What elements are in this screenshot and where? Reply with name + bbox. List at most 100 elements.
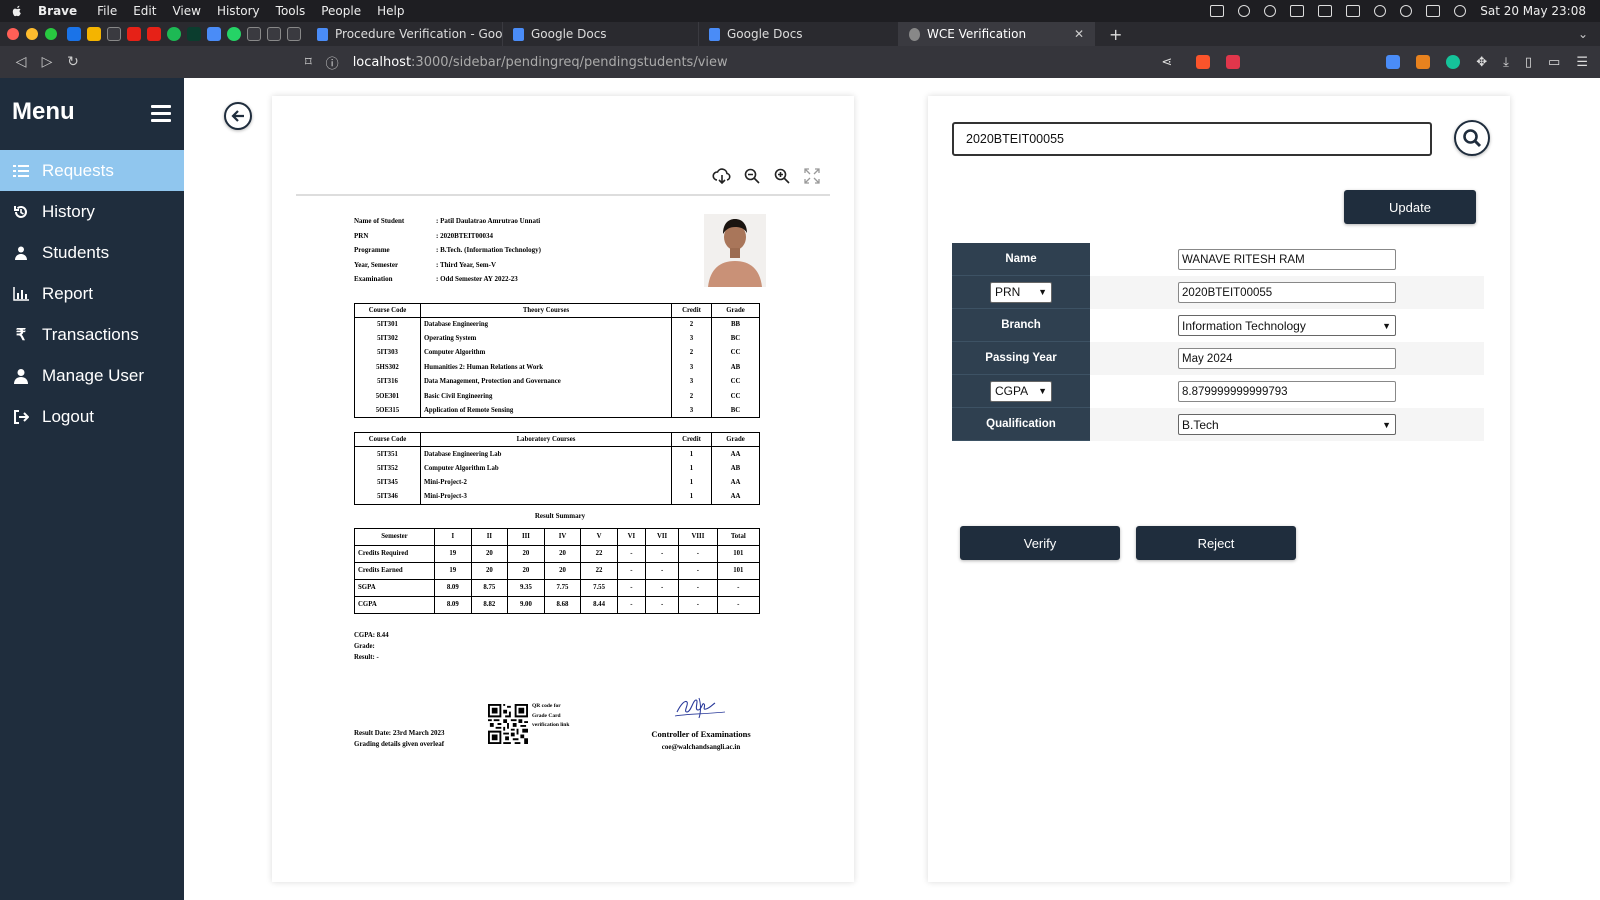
url-text[interactable]: localhost:3000/sidebar/pendingreq/pendin… (353, 55, 728, 70)
brave-rewards-icon[interactable] (1226, 55, 1241, 69)
sidebar-item-requests[interactable]: Requests (0, 150, 184, 191)
wallet-icon[interactable]: ▭ (1548, 55, 1560, 70)
browser-menu-icon[interactable]: ☰ (1576, 55, 1588, 70)
name-field[interactable]: WANAVE RITESH RAM (1178, 249, 1396, 270)
course-credit: 2 (671, 388, 712, 404)
summary-cell: - (678, 544, 718, 563)
branch-select[interactable]: Information Technology ▼ (1178, 315, 1396, 336)
bookmark-icon[interactable]: ⌑ (305, 55, 312, 70)
summary-cell: 20 (507, 561, 545, 580)
clock[interactable]: Sat 20 May 23:08 (1480, 4, 1586, 18)
minimize-window-icon[interactable] (26, 28, 38, 40)
menu-people[interactable]: People (321, 4, 361, 18)
download-icon[interactable]: ⤓ (1503, 55, 1509, 70)
battery-icon[interactable] (1346, 5, 1361, 17)
course-name: Computer Algorithm (420, 345, 672, 361)
verify-button[interactable]: Verify (960, 526, 1120, 560)
brave-shields-icon[interactable] (1196, 55, 1211, 69)
id-type-select[interactable]: PRN ▼ (990, 281, 1052, 303)
grammarly-icon[interactable] (1446, 55, 1461, 69)
download-cloud-icon[interactable] (712, 166, 732, 186)
qr-caption: QR code for Grade Card verification link (532, 703, 570, 728)
circle-icon[interactable] (1264, 5, 1277, 17)
youtube-icon[interactable] (127, 27, 141, 41)
drop-icon[interactable] (1238, 5, 1251, 17)
summary-cell: 8.09 (434, 578, 472, 597)
sidebar-item-report[interactable]: Report (0, 273, 184, 314)
phone-icon[interactable] (1318, 5, 1333, 17)
new-tab-icon[interactable]: + (1109, 25, 1122, 44)
tab-procedure-verification[interactable]: Procedure Verification - Google Do (307, 22, 503, 46)
sidebar-item-manage-user[interactable]: Manage User (0, 355, 184, 396)
control-center-icon[interactable] (1426, 5, 1441, 17)
maximize-window-icon[interactable] (45, 28, 57, 40)
close-tab-icon[interactable]: ✕ (1066, 27, 1084, 41)
zoom-out-icon[interactable] (742, 166, 762, 186)
menu-file[interactable]: File (97, 4, 117, 18)
cgpa-field[interactable]: 8.879999999999793 (1178, 381, 1396, 402)
spotlight-search-icon[interactable] (1454, 5, 1467, 17)
metamask-icon[interactable] (1416, 55, 1431, 69)
sidebar-item-students[interactable]: Students (0, 232, 184, 273)
tab-list-chevron-icon[interactable]: ⌄ (1578, 27, 1588, 41)
verification-panel: 2020BTEIT00055 Update Name WANAVE RITESH… (928, 96, 1510, 882)
forward-nav-icon[interactable]: ▷ (40, 54, 54, 70)
back-nav-icon[interactable]: ◁ (14, 54, 28, 70)
app-name[interactable]: Brave (38, 4, 77, 18)
pinned-tab-icon[interactable] (107, 27, 121, 41)
pinned-tab-icon[interactable] (287, 27, 301, 41)
score-type-select[interactable]: CGPA ▼ (990, 380, 1052, 402)
spotify-icon[interactable] (167, 27, 181, 41)
docs-icon[interactable] (207, 27, 221, 41)
menu-help[interactable]: Help (377, 4, 404, 18)
extensions-puzzle-icon[interactable]: ✥ (1476, 55, 1487, 70)
sidebar-item-logout[interactable]: Logout (0, 396, 184, 437)
share-icon[interactable]: ⋖ (1161, 55, 1172, 70)
tab-google-docs[interactable]: Google Docs (699, 22, 899, 46)
search-button[interactable] (1454, 120, 1490, 156)
pinned-tab-icon[interactable] (67, 27, 81, 41)
apple-icon[interactable] (10, 4, 24, 18)
update-button[interactable]: Update (1344, 190, 1476, 224)
extension-icon[interactable] (1386, 55, 1401, 69)
prn-search-input[interactable]: 2020BTEIT00055 (952, 122, 1432, 156)
course-credit: 3 (671, 360, 712, 375)
display-icon[interactable] (1210, 5, 1225, 17)
zoom-in-icon[interactable] (772, 166, 792, 186)
prn-field[interactable]: 2020BTEIT00055 (1178, 282, 1396, 303)
site-info-icon[interactable]: ⓘ (326, 53, 339, 72)
reject-button[interactable]: Reject (1136, 526, 1296, 560)
back-button[interactable] (224, 102, 252, 130)
sidebar-item-history[interactable]: History (0, 191, 184, 232)
qualification-select[interactable]: B.Tech ▼ (1178, 414, 1396, 435)
field-label: Qualification (952, 408, 1090, 441)
menu-history[interactable]: History (217, 4, 260, 18)
close-window-icon[interactable] (7, 28, 19, 40)
field-row-cgpa: CGPA ▼ 8.879999999999793 (952, 375, 1484, 408)
pinned-tab-icon[interactable] (247, 27, 261, 41)
menu-edit[interactable]: Edit (133, 4, 156, 18)
sidebar-toggle-icon[interactable]: ▯ (1525, 55, 1532, 70)
menu-tools[interactable]: Tools (276, 4, 306, 18)
wifi-icon[interactable] (1374, 5, 1387, 17)
clipboard-icon[interactable] (1290, 5, 1305, 17)
menu-view[interactable]: View (172, 4, 200, 18)
youtube-icon[interactable] (147, 27, 161, 41)
summary-cell: 19 (434, 561, 472, 580)
tab-google-docs[interactable]: Google Docs (503, 22, 699, 46)
reload-icon[interactable]: ↻ (66, 54, 80, 70)
pinned-tab-icon[interactable] (87, 27, 101, 41)
address-bar[interactable]: ⌑ ⓘ localhost:3000/sidebar/pendingreq/pe… (305, 46, 728, 78)
table-header-row: Course Code Theory Courses Credit Grade (354, 302, 760, 318)
controller-signature-block: Controller of Examinations coe@walchands… (636, 694, 766, 751)
chevron-down-icon: ▼ (1038, 287, 1047, 297)
tab-wce-verification[interactable]: WCE Verification ✕ (899, 22, 1095, 46)
notification-icon[interactable] (1400, 5, 1413, 17)
fullscreen-icon[interactable] (802, 166, 822, 186)
pinned-tab-icon[interactable] (267, 27, 281, 41)
pinned-tab-icon[interactable] (187, 27, 201, 41)
passing-year-field[interactable]: May 2024 (1178, 348, 1396, 369)
hamburger-menu-icon[interactable] (151, 105, 171, 122)
sidebar-item-transactions[interactable]: ₹ Transactions (0, 314, 184, 355)
whatsapp-icon[interactable] (227, 27, 241, 41)
